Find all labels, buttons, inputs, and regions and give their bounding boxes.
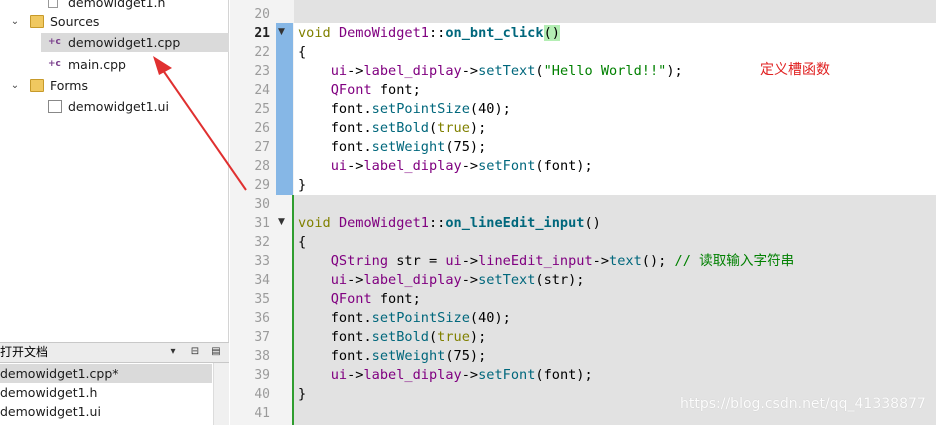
tree-item-label: demowidget1.h: [68, 0, 166, 10]
line-number: 39: [254, 368, 270, 383]
code-line[interactable]: font.setPointSize(40);: [298, 309, 511, 328]
tree-item-demowidget1-cpp[interactable]: +c demowidget1.cpp: [41, 33, 229, 52]
code-line[interactable]: void DemoWidget1::on_lineEdit_input(): [298, 214, 601, 233]
fold-arrow-icon[interactable]: ▼: [278, 217, 285, 227]
tree-item-label: Forms: [50, 78, 89, 93]
cpp-file-icon: +c: [48, 37, 61, 47]
code-line[interactable]: QFont font;: [298, 81, 421, 100]
line-number: 26: [254, 121, 270, 136]
line-number: 30: [254, 197, 270, 212]
ui-file-icon: [48, 100, 62, 113]
line-number: 31: [254, 216, 270, 231]
code-line[interactable]: QFont font;: [298, 290, 421, 309]
watermark: https://blog.csdn.net/qq_41338877: [680, 396, 926, 412]
code-line[interactable]: font.setPointSize(40);: [298, 100, 511, 119]
fold-arrow-icon[interactable]: ▼: [278, 27, 285, 37]
open-document-item[interactable]: demowidget1.ui: [0, 402, 212, 421]
tree-item-main-cpp[interactable]: +c main.cpp: [0, 55, 229, 74]
tree-item-demowidget1-ui[interactable]: demowidget1.ui: [0, 97, 229, 116]
tree-item-label: demowidget1.ui: [68, 99, 169, 114]
line-number: 28: [254, 159, 270, 174]
code-line[interactable]: void DemoWidget1::on_bnt_click(): [298, 24, 560, 43]
code-line[interactable]: {: [298, 43, 306, 62]
line-number: 40: [254, 387, 270, 402]
line-number: 25: [254, 102, 270, 117]
open-document-label: demowidget1.h: [0, 385, 98, 400]
open-document-item[interactable]: demowidget1.cpp*: [0, 364, 212, 383]
tree-item-forms[interactable]: ⌄ Forms: [0, 76, 229, 95]
tree-item-demowidget1-h[interactable]: demowidget1.h: [0, 0, 229, 12]
code-line[interactable]: font.setBold(true);: [298, 328, 487, 347]
code-line[interactable]: font.setWeight(75);: [298, 347, 487, 366]
tree-item-label: Sources: [50, 14, 100, 29]
code-line[interactable]: }: [298, 176, 306, 195]
header-file-icon: [48, 0, 58, 8]
code-line[interactable]: ui->label_diplay->setFont(font);: [298, 366, 593, 385]
line-number: 37: [254, 330, 270, 345]
line-number: 24: [254, 83, 270, 98]
code-line[interactable]: ui->label_diplay->setFont(font);: [298, 157, 593, 176]
tree-item-sources[interactable]: ⌄ Sources: [0, 12, 229, 31]
project-panel: demowidget1.h ⌄ Sources +c demowidget1.c…: [0, 0, 229, 425]
cpp-file-icon: +c: [48, 59, 61, 69]
open-document-label: demowidget1.ui: [0, 404, 101, 419]
open-documents-title: 打开文档: [0, 345, 49, 359]
tree-item-label: main.cpp: [68, 57, 126, 72]
line-number: 29: [254, 178, 270, 193]
code-line[interactable]: ui->label_diplay->setText(str);: [298, 271, 585, 290]
annotation-text: 定义槽函数: [760, 62, 830, 78]
chevron-down-icon[interactable]: ⌄: [9, 76, 21, 95]
line-number: 34: [254, 273, 270, 288]
code-line[interactable]: font.setBold(true);: [298, 119, 487, 138]
line-number: 35: [254, 292, 270, 307]
folder-icon: [30, 79, 44, 92]
close-panel-icon[interactable]: ▤: [209, 345, 223, 359]
chevron-down-icon[interactable]: ⌄: [9, 12, 21, 31]
open-document-item[interactable]: demowidget1.h: [0, 383, 212, 402]
code-line[interactable]: QString str = ui->lineEdit_input->text()…: [298, 252, 795, 271]
line-number: 36: [254, 311, 270, 326]
line-number: 38: [254, 349, 270, 364]
line-number: 21: [254, 26, 270, 41]
open-documents-header: 打开文档 ▾ ⊟ ▤: [0, 342, 229, 363]
change-marker: [292, 195, 294, 425]
tree-item-label: demowidget1.cpp: [68, 35, 181, 50]
dropdown-icon[interactable]: ▾: [166, 345, 180, 359]
line-number: 41: [254, 406, 270, 421]
code-line[interactable]: font.setWeight(75);: [298, 138, 487, 157]
split-icon[interactable]: ⊟: [188, 345, 202, 359]
folder-icon: [30, 15, 44, 28]
code-line[interactable]: ui->label_diplay->setText("Hello World!!…: [298, 62, 683, 81]
line-number: 20: [254, 7, 270, 22]
change-marker: [276, 23, 293, 195]
scrollbar[interactable]: [213, 363, 229, 425]
line-number: 23: [254, 64, 270, 79]
line-number: 32: [254, 235, 270, 250]
line-number: 33: [254, 254, 270, 269]
code-line[interactable]: {: [298, 233, 306, 252]
code-line[interactable]: }: [298, 385, 306, 404]
open-document-label: demowidget1.cpp*: [0, 366, 119, 381]
line-number: 27: [254, 140, 270, 155]
line-number: 22: [254, 45, 270, 60]
